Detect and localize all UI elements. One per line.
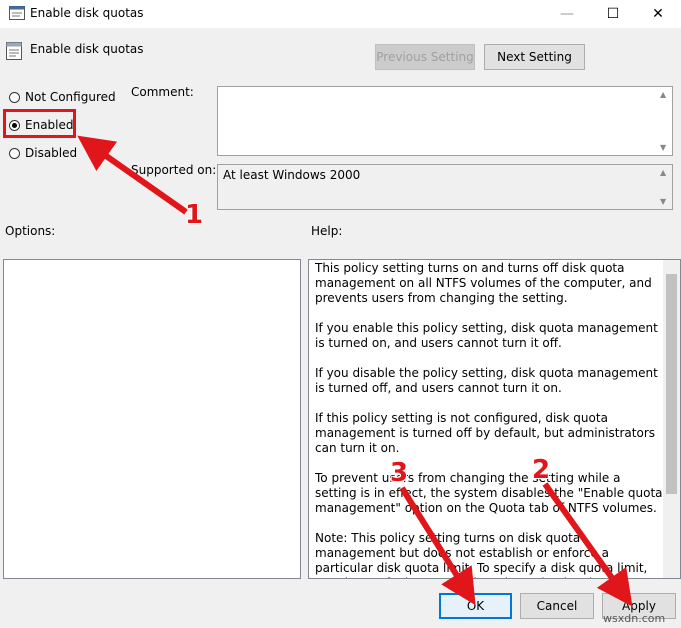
comment-label: Comment: [131, 85, 194, 99]
arrow-1 [77, 135, 188, 215]
options-label: Options: [5, 224, 56, 238]
radio-circle[interactable] [9, 147, 20, 159]
maximize-button[interactable]: ☐ [590, 0, 636, 28]
annotation-badge-2: 2 [532, 455, 551, 485]
radio-not-configured[interactable]: Not Configured [9, 88, 116, 106]
annotation-badge-1: 1 [185, 200, 204, 230]
radio-label: Disabled [25, 146, 78, 160]
scroll-down-icon[interactable]: ▼ [660, 143, 666, 152]
radio-label: Not Configured [25, 90, 116, 104]
supported-scrollbar[interactable]: ▲ ▼ [656, 165, 672, 209]
help-paragraph: If this policy setting is not configured… [315, 411, 656, 455]
help-paragraph: If you enable this policy setting, disk … [315, 321, 658, 350]
minimize-button[interactable]: — [544, 0, 590, 28]
policy-icon [6, 42, 22, 60]
previous-setting-button[interactable]: Previous Setting [375, 44, 475, 70]
window-title: Enable disk quotas [30, 6, 144, 20]
options-pane [3, 259, 301, 579]
supported-on-label: Supported on: [131, 163, 217, 177]
close-button[interactable]: ✕ [635, 0, 681, 28]
ok-button[interactable]: OK [439, 593, 512, 619]
scroll-up-icon[interactable]: ▲ [660, 168, 666, 177]
enabled-highlight-box [3, 109, 76, 138]
cancel-button[interactable]: Cancel [520, 593, 594, 619]
annotation-badge-3: 3 [390, 458, 409, 488]
scroll-up-icon[interactable]: ▲ [660, 90, 666, 99]
comment-scrollbar[interactable]: ▲ ▼ [656, 87, 672, 155]
help-paragraph: To prevent users from changing the setti… [315, 471, 663, 515]
help-pane: This policy setting turns on and turns o… [308, 259, 681, 579]
help-paragraph: Note: This policy setting turns on disk … [315, 531, 648, 578]
help-scrollbar[interactable] [663, 260, 680, 578]
scroll-down-icon[interactable]: ▼ [660, 197, 666, 206]
watermark: wsxdn.com [603, 612, 666, 625]
help-text: This policy setting turns on and turns o… [315, 261, 663, 578]
help-scrollbar-thumb[interactable] [666, 274, 677, 494]
policy-window-icon [9, 6, 25, 20]
help-label: Help: [311, 224, 343, 238]
supported-on-value: At least Windows 2000 [223, 168, 361, 182]
radio-disabled[interactable]: Disabled [9, 144, 77, 162]
radio-circle[interactable] [9, 91, 20, 103]
policy-title: Enable disk quotas [30, 42, 144, 56]
next-setting-button[interactable]: Next Setting [484, 44, 585, 70]
comment-textarea[interactable]: ▲ ▼ [217, 86, 673, 156]
help-paragraph: This policy setting turns on and turns o… [315, 261, 652, 305]
help-paragraph: If you disable the policy setting, disk … [315, 366, 658, 395]
supported-on-field: At least Windows 2000 ▲ ▼ [217, 164, 673, 210]
